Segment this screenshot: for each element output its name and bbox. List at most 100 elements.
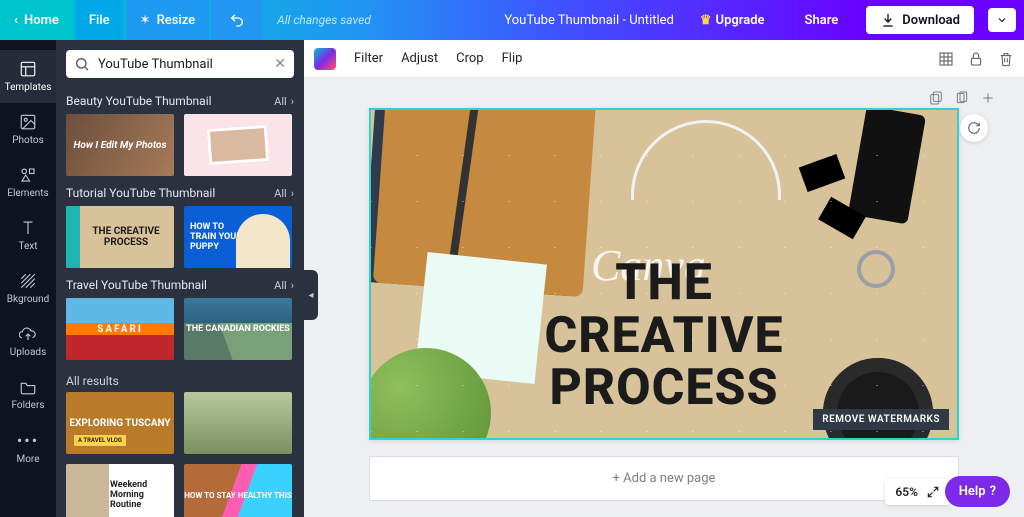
rail-uploads[interactable]: Uploads: [0, 315, 56, 368]
templates-panel: ✕ Beauty YouTube Thumbnail All How I Edi…: [56, 40, 304, 517]
save-status: All changes saved: [277, 13, 371, 27]
rail-label: Templates: [5, 82, 52, 93]
template-thumb[interactable]: THE CANADIAN ROCKIES: [184, 298, 292, 360]
home-label: Home: [24, 13, 59, 28]
download-options-button[interactable]: [988, 8, 1016, 32]
resize-button[interactable]: ✶ Resize: [126, 0, 209, 40]
zoom-control[interactable]: 65%: [885, 479, 950, 505]
resize-label: Resize: [157, 13, 196, 28]
context-toolbar: Filter Adjust Crop Flip: [304, 40, 1024, 78]
title-line: PROCESS: [371, 362, 957, 415]
top-bar-right: YouTube Thumbnail - Untitled ♛ Upgrade S…: [504, 6, 1024, 34]
top-bar-left: ‹ Home File ✶ Resize All changes saved: [0, 0, 371, 40]
template-thumb[interactable]: SAFARI: [66, 298, 174, 360]
rail-label: Elements: [7, 188, 48, 199]
document-title[interactable]: YouTube Thumbnail - Untitled: [504, 13, 674, 28]
template-thumb[interactable]: Weekend Morning Routine: [66, 464, 174, 517]
stage: Canva THE CREATIVE PROCESS REMOVE WATERM…: [304, 78, 1024, 517]
category-tutorial: Tutorial YouTube Thumbnail All THE CREAT…: [56, 180, 304, 272]
undo-button[interactable]: [211, 0, 263, 40]
home-button[interactable]: ‹ Home: [0, 0, 73, 40]
add-page-icon[interactable]: [980, 90, 996, 106]
thumb-label: HOW TO STAY HEALTHY THIS: [184, 491, 292, 500]
transparency-icon[interactable]: [938, 51, 954, 67]
chevron-down-icon: [996, 14, 1008, 26]
rail-label: Folders: [11, 400, 44, 411]
template-thumb[interactable]: EXPLORING TUSCANY A TRAVEL VLOG: [66, 392, 174, 454]
canvas-title-text[interactable]: THE CREATIVE PROCESS: [371, 257, 957, 415]
share-button[interactable]: Share: [791, 7, 853, 34]
rail-templates[interactable]: Templates: [0, 50, 56, 103]
template-thumb[interactable]: [184, 114, 292, 176]
remove-watermarks-button[interactable]: REMOVE WATERMARKS: [813, 409, 949, 430]
see-all-button[interactable]: All: [274, 279, 294, 292]
filter-button[interactable]: Filter: [354, 51, 383, 66]
undo-icon: [229, 12, 245, 28]
trash-icon[interactable]: [998, 51, 1014, 67]
rail-text[interactable]: Text: [0, 209, 56, 262]
category-travel: Travel YouTube Thumbnail All SAFARI THE …: [56, 272, 304, 364]
results-grid: EXPLORING TUSCANY A TRAVEL VLOG Weekend …: [56, 392, 304, 517]
template-thumb[interactable]: THE CREATIVE PROCESS: [66, 206, 174, 268]
copy-page-icon[interactable]: [928, 90, 944, 106]
rail-more[interactable]: ••• More: [0, 421, 56, 475]
template-thumb[interactable]: [184, 392, 292, 454]
template-thumb[interactable]: HOW TO STAY HEALTHY THIS: [184, 464, 292, 517]
crop-button[interactable]: Crop: [456, 51, 483, 66]
canva-logo-icon: [314, 48, 336, 70]
help-label: Help: [959, 484, 986, 499]
title-line: CREATIVE: [371, 310, 957, 363]
help-button[interactable]: Help ?: [945, 476, 1010, 507]
lock-icon[interactable]: [968, 51, 984, 67]
rail-background[interactable]: Bkground: [0, 262, 56, 315]
add-page-button[interactable]: + Add a new page: [369, 456, 959, 501]
title-line: THE: [371, 257, 957, 310]
flip-button[interactable]: Flip: [502, 51, 523, 66]
rail-elements[interactable]: Elements: [0, 156, 56, 209]
download-button[interactable]: Download: [866, 6, 974, 34]
rail-label: Photos: [12, 135, 44, 146]
sync-icon: [967, 121, 981, 135]
sync-button[interactable]: [960, 114, 988, 142]
rail-photos[interactable]: Photos: [0, 103, 56, 156]
search-input[interactable]: [98, 57, 266, 72]
top-bar: ‹ Home File ✶ Resize All changes saved Y…: [0, 0, 1024, 40]
side-rail: Templates Photos Elements Text Bkground …: [0, 40, 56, 517]
expand-icon: [926, 485, 940, 499]
template-thumb[interactable]: HOW TO TRAIN YOUR PUPPY: [184, 206, 292, 268]
background-icon: [19, 272, 37, 290]
category-title: Beauty YouTube Thumbnail: [66, 94, 212, 108]
crown-icon: ♛: [700, 13, 712, 28]
all-results-header: All results: [56, 364, 304, 392]
upgrade-label: Upgrade: [716, 13, 765, 28]
rail-folders[interactable]: Folders: [0, 368, 56, 421]
duplicate-page-icon[interactable]: [954, 90, 970, 106]
elements-icon: [19, 166, 37, 184]
thumb-label: SAFARI: [97, 324, 143, 335]
rail-label: Bkground: [7, 294, 50, 305]
upgrade-button[interactable]: ♛ Upgrade: [688, 7, 777, 34]
category-beauty: Beauty YouTube Thumbnail All How I Edit …: [56, 88, 304, 180]
templates-icon: [19, 60, 37, 78]
adjust-button[interactable]: Adjust: [401, 51, 438, 66]
clear-search-button[interactable]: ✕: [274, 56, 286, 72]
file-menu[interactable]: File: [75, 0, 124, 40]
panel-collapse-handle[interactable]: ◂: [304, 270, 318, 320]
template-thumb[interactable]: How I Edit My Photos: [66, 114, 174, 176]
category-title: Travel YouTube Thumbnail: [66, 278, 207, 292]
see-all-button[interactable]: All: [274, 95, 294, 108]
see-all-button[interactable]: All: [274, 187, 294, 200]
photos-icon: [19, 113, 37, 131]
file-label: File: [89, 13, 110, 28]
search-wrap: ✕: [56, 40, 304, 88]
search-box[interactable]: ✕: [66, 50, 294, 78]
more-icon: •••: [17, 431, 39, 450]
rail-label: More: [16, 454, 39, 465]
rail-label: Uploads: [10, 347, 46, 358]
design-canvas[interactable]: Canva THE CREATIVE PROCESS REMOVE WATERM…: [369, 108, 959, 440]
page-tools: [928, 90, 996, 106]
thumb-label: EXPLORING TUSCANY: [69, 418, 170, 429]
thumb-label: How I Edit My Photos: [74, 140, 167, 151]
folders-icon: [19, 378, 37, 396]
rail-label: Text: [18, 241, 37, 252]
